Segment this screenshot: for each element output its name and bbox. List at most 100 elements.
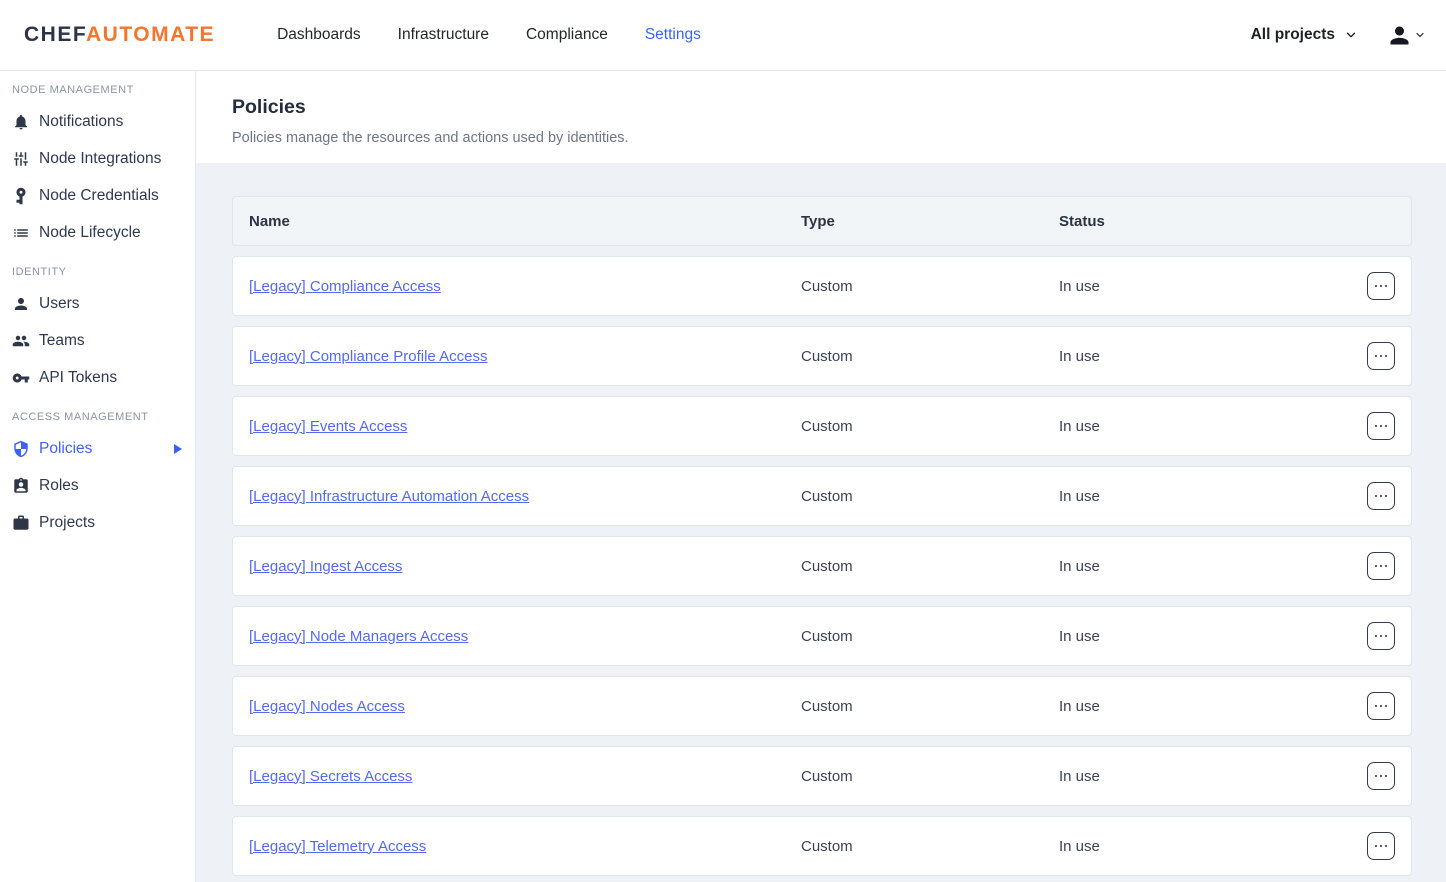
- row-actions-button[interactable]: [1367, 412, 1395, 440]
- ellipsis-icon: [1375, 705, 1388, 708]
- sidebar-item-teams[interactable]: Teams: [0, 322, 195, 359]
- sidebar-item-node-integrations[interactable]: Node Integrations: [0, 140, 195, 177]
- ellipsis-icon: [1375, 495, 1388, 498]
- policy-status: In use: [1059, 348, 1367, 365]
- sidebar-item-node-credentials[interactable]: Node Credentials: [0, 177, 195, 214]
- policy-link[interactable]: [Legacy] Events Access: [249, 418, 407, 435]
- table-row: [Legacy] Events Access Custom In use: [232, 396, 1412, 456]
- policy-type: Custom: [801, 348, 1059, 365]
- policy-status: In use: [1059, 488, 1367, 505]
- topnav-right: All projects: [1251, 22, 1430, 49]
- bell-icon: [12, 113, 30, 131]
- page-description: Policies manage the resources and action…: [232, 130, 1446, 146]
- person-icon: [12, 295, 30, 313]
- policy-status: In use: [1059, 558, 1367, 575]
- policies-table: Name Type Status [Legacy] Compliance Acc…: [196, 163, 1446, 876]
- policy-link[interactable]: [Legacy] Telemetry Access: [249, 838, 426, 855]
- badge-icon: [12, 477, 30, 495]
- projects-filter-dropdown[interactable]: All projects: [1251, 26, 1358, 44]
- policy-link[interactable]: [Legacy] Infrastructure Automation Acces…: [249, 488, 529, 505]
- logo-chef-text: CHEF: [24, 23, 86, 46]
- policy-type: Custom: [801, 558, 1059, 575]
- sidebar-item-label: API Tokens: [39, 369, 117, 387]
- people-icon: [12, 332, 30, 350]
- sidebar-item-label: Policies: [39, 440, 92, 458]
- sidebar-item-api-tokens[interactable]: API Tokens: [0, 359, 195, 396]
- policy-type: Custom: [801, 628, 1059, 645]
- policy-status: In use: [1059, 698, 1367, 715]
- row-actions-button[interactable]: [1367, 552, 1395, 580]
- table-row: [Legacy] Telemetry Access Custom In use: [232, 816, 1412, 876]
- sidebar-section-node-management: NODE MANAGEMENT Notifications Node Integ…: [0, 81, 195, 251]
- sidebar-item-notifications[interactable]: Notifications: [0, 103, 195, 140]
- sidebar-item-users[interactable]: Users: [0, 285, 195, 322]
- policy-type: Custom: [801, 278, 1059, 295]
- policy-type: Custom: [801, 418, 1059, 435]
- table-row: [Legacy] Node Managers Access Custom In …: [232, 606, 1412, 666]
- nav-dashboards[interactable]: Dashboards: [277, 26, 361, 44]
- nav-settings[interactable]: Settings: [645, 26, 701, 44]
- policy-status: In use: [1059, 768, 1367, 785]
- policy-link[interactable]: [Legacy] Secrets Access: [249, 768, 412, 785]
- sidebar-item-roles[interactable]: Roles: [0, 467, 195, 504]
- policy-status: In use: [1059, 838, 1367, 855]
- main-content: Policies Policies manage the resources a…: [196, 71, 1446, 882]
- settings-sidebar: NODE MANAGEMENT Notifications Node Integ…: [0, 71, 196, 882]
- ellipsis-icon: [1375, 775, 1388, 778]
- table-header-row: Name Type Status: [232, 196, 1412, 246]
- row-actions-button[interactable]: [1367, 692, 1395, 720]
- nav-infrastructure[interactable]: Infrastructure: [398, 26, 489, 44]
- page-title: Policies: [232, 96, 1446, 119]
- section-title-identity: IDENTITY: [0, 263, 195, 281]
- sliders-icon: [12, 150, 30, 168]
- sidebar-item-node-lifecycle[interactable]: Node Lifecycle: [0, 214, 195, 251]
- row-actions-button[interactable]: [1367, 622, 1395, 650]
- shield-icon: [12, 440, 30, 458]
- column-header-type: Type: [801, 213, 1059, 230]
- sidebar-item-label: Roles: [39, 477, 79, 495]
- sidebar-item-policies[interactable]: Policies: [0, 430, 195, 467]
- policy-type: Custom: [801, 768, 1059, 785]
- ellipsis-icon: [1375, 285, 1388, 288]
- projects-filter-label: All projects: [1251, 26, 1335, 44]
- sidebar-item-label: Users: [39, 295, 79, 313]
- sidebar-section-access-management: ACCESS MANAGEMENT Policies Roles Project…: [0, 408, 195, 541]
- sidebar-item-label: Node Lifecycle: [39, 224, 141, 242]
- table-row: [Legacy] Secrets Access Custom In use: [232, 746, 1412, 806]
- policy-link[interactable]: [Legacy] Compliance Access: [249, 278, 441, 295]
- policy-link[interactable]: [Legacy] Nodes Access: [249, 698, 405, 715]
- section-title-node-management: NODE MANAGEMENT: [0, 81, 195, 99]
- sidebar-item-projects[interactable]: Projects: [0, 504, 195, 541]
- row-actions-button[interactable]: [1367, 482, 1395, 510]
- table-row: [Legacy] Nodes Access Custom In use: [232, 676, 1412, 736]
- ellipsis-icon: [1375, 565, 1388, 568]
- ellipsis-icon: [1375, 635, 1388, 638]
- key-vertical-icon: [12, 187, 30, 205]
- sidebar-item-label: Projects: [39, 514, 95, 532]
- column-header-status: Status: [1059, 213, 1367, 230]
- table-row: [Legacy] Infrastructure Automation Acces…: [232, 466, 1412, 526]
- row-actions-button[interactable]: [1367, 342, 1395, 370]
- policy-link[interactable]: [Legacy] Compliance Profile Access: [249, 348, 487, 365]
- key-icon: [12, 369, 30, 387]
- sidebar-section-identity: IDENTITY Users Teams API Tokens: [0, 263, 195, 396]
- row-actions-button[interactable]: [1367, 832, 1395, 860]
- user-menu[interactable]: [1386, 22, 1426, 49]
- user-avatar-icon: [1386, 22, 1413, 49]
- nav-compliance[interactable]: Compliance: [526, 26, 608, 44]
- policy-link[interactable]: [Legacy] Node Managers Access: [249, 628, 468, 645]
- row-actions-button[interactable]: [1367, 272, 1395, 300]
- logo-automate-text: AUTOMATE: [86, 23, 215, 46]
- policy-type: Custom: [801, 698, 1059, 715]
- chef-automate-logo[interactable]: CHEFAUTOMATE: [24, 23, 215, 47]
- ellipsis-icon: [1375, 355, 1388, 358]
- table-row: [Legacy] Compliance Profile Access Custo…: [232, 326, 1412, 386]
- sidebar-item-label: Node Integrations: [39, 150, 161, 168]
- chevron-down-icon: [1344, 28, 1358, 42]
- policy-status: In use: [1059, 278, 1367, 295]
- policy-type: Custom: [801, 838, 1059, 855]
- policy-status: In use: [1059, 628, 1367, 645]
- row-actions-button[interactable]: [1367, 762, 1395, 790]
- primary-nav: Dashboards Infrastructure Compliance Set…: [277, 26, 701, 44]
- policy-link[interactable]: [Legacy] Ingest Access: [249, 558, 402, 575]
